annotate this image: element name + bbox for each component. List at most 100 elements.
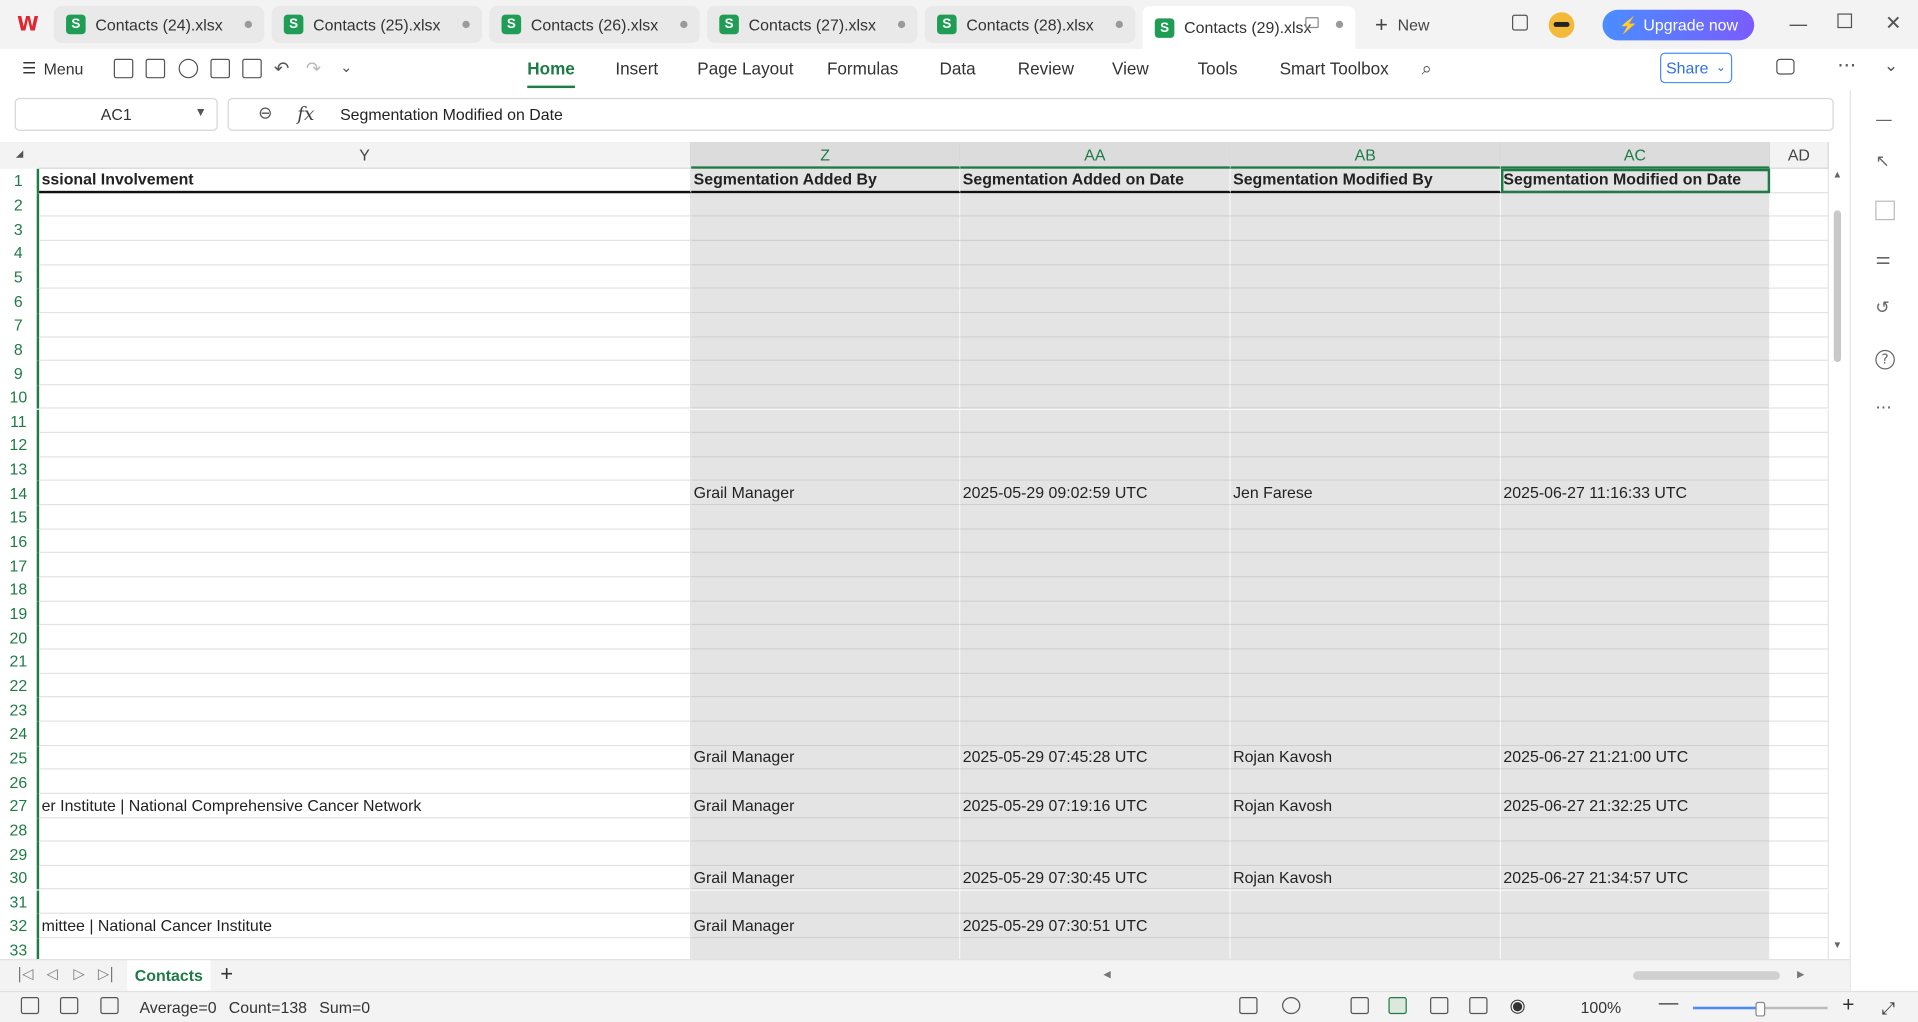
cell-mode-icon[interactable] — [20, 996, 40, 1015]
row-header[interactable]: 12 — [0, 433, 40, 458]
scroll-right-icon[interactable]: ▸ — [1797, 965, 1804, 982]
table-cell[interactable] — [1770, 337, 1829, 362]
table-cell[interactable] — [960, 264, 1231, 289]
page-layout-view-icon[interactable] — [1469, 996, 1488, 1015]
table-cell[interactable]: Grail Manager — [691, 865, 961, 890]
undo-icon[interactable]: ↶ — [274, 57, 289, 79]
table-cell[interactable] — [1230, 505, 1501, 530]
table-cell[interactable] — [960, 385, 1231, 410]
row-header[interactable]: 32 — [0, 913, 40, 939]
macro-icon[interactable] — [59, 996, 79, 1015]
select-all-corner[interactable] — [0, 141, 40, 169]
table-cell[interactable] — [960, 841, 1231, 866]
table-cell[interactable] — [1230, 673, 1501, 698]
scroll-thumb[interactable] — [1833, 210, 1842, 363]
column-header[interactable]: Y — [39, 141, 692, 169]
comment-icon[interactable] — [1776, 58, 1795, 75]
table-cell[interactable] — [1500, 938, 1771, 960]
row-header[interactable]: 10 — [0, 385, 40, 410]
table-cell[interactable] — [691, 841, 961, 866]
table-cell[interactable] — [691, 625, 961, 650]
ribbon-tab[interactable]: Review — [1018, 59, 1074, 79]
minimize-icon[interactable]: — — [1788, 12, 1808, 35]
table-cell[interactable] — [1230, 697, 1501, 722]
table-cell[interactable] — [39, 216, 692, 241]
row-header[interactable]: 3 — [0, 216, 40, 241]
table-cell[interactable] — [1500, 769, 1771, 794]
table-cell[interactable] — [1500, 601, 1771, 626]
table-cell[interactable] — [691, 385, 961, 410]
table-cell[interactable] — [960, 505, 1231, 530]
table-cell[interactable]: 2025-05-29 07:45:28 UTC — [960, 745, 1231, 770]
column-title-cell[interactable]: Segmentation Modified on Date — [1500, 168, 1771, 193]
table-cell[interactable]: 2025-06-27 21:34:57 UTC — [1500, 865, 1771, 890]
table-cell[interactable] — [1230, 817, 1501, 842]
search-icon[interactable]: ⌕ — [1421, 57, 1431, 79]
table-cell[interactable] — [691, 577, 961, 602]
table-cell[interactable] — [1770, 601, 1829, 626]
table-cell[interactable] — [1500, 553, 1771, 578]
table-cell[interactable]: Rojan Kavosh — [1230, 745, 1501, 770]
print-icon[interactable] — [210, 58, 230, 79]
table-cell[interactable] — [1500, 577, 1771, 602]
table-cell[interactable] — [1770, 553, 1829, 578]
table-cell[interactable] — [691, 889, 961, 914]
table-cell[interactable] — [1770, 745, 1829, 770]
format-painter-icon[interactable] — [178, 58, 199, 79]
table-cell[interactable]: Rojan Kavosh — [1230, 865, 1501, 890]
table-cell[interactable] — [1230, 721, 1501, 746]
table-cell[interactable] — [1770, 529, 1829, 554]
table-cell[interactable] — [1500, 264, 1771, 289]
table-cell[interactable] — [1500, 361, 1771, 386]
table-cell[interactable] — [960, 529, 1231, 554]
name-box[interactable]: AC1 ▼ — [14, 97, 218, 131]
table-cell[interactable] — [39, 865, 692, 890]
table-cell[interactable]: Grail Manager — [691, 481, 961, 506]
add-sheet-icon[interactable]: + — [220, 962, 233, 988]
table-cell[interactable]: 2025-05-29 07:19:16 UTC — [960, 793, 1231, 818]
table-cell[interactable] — [1230, 385, 1501, 410]
row-header[interactable]: 19 — [0, 601, 40, 626]
avatar[interactable] — [1548, 12, 1575, 38]
help-icon[interactable]: ? — [1875, 349, 1895, 370]
ribbon-tab[interactable]: Home — [527, 59, 575, 89]
document-tab[interactable]: S Contacts (25).xlsx — [271, 6, 482, 43]
table-cell[interactable] — [39, 697, 692, 722]
row-header[interactable]: 29 — [0, 841, 40, 866]
row-header[interactable]: 16 — [0, 529, 40, 554]
adjust-icon[interactable]: ⚌ — [1875, 250, 1895, 270]
table-cell[interactable]: Grail Manager — [691, 745, 961, 770]
table-cell[interactable] — [691, 697, 961, 722]
document-tab[interactable]: S Contacts (24).xlsx — [53, 6, 265, 43]
table-cell[interactable] — [691, 192, 961, 217]
table-cell[interactable] — [1230, 192, 1501, 217]
ribbon-tab[interactable]: Page Layout — [697, 59, 793, 79]
table-cell[interactable] — [1230, 216, 1501, 241]
table-cell[interactable] — [691, 769, 961, 794]
table-cell[interactable] — [1230, 553, 1501, 578]
collapse-icon[interactable]: — — [1875, 110, 1895, 130]
table-cell[interactable] — [1770, 409, 1829, 434]
table-cell[interactable] — [1230, 577, 1501, 602]
table-cell[interactable] — [960, 457, 1231, 482]
table-cell[interactable] — [1500, 697, 1771, 722]
chevron-down-icon[interactable]: ⌄ — [340, 59, 352, 76]
table-cell[interactable] — [39, 481, 692, 506]
table-cell[interactable] — [39, 289, 692, 314]
row-header[interactable]: 11 — [0, 409, 40, 434]
table-cell[interactable] — [39, 601, 692, 626]
table-cell[interactable] — [1770, 697, 1829, 722]
table-cell[interactable] — [39, 553, 692, 578]
table-cell[interactable] — [39, 673, 692, 698]
table-cell[interactable]: 2025-05-29 07:30:45 UTC — [960, 865, 1231, 890]
table-cell[interactable] — [691, 529, 961, 554]
upgrade-button[interactable]: ⚡ Upgrade now — [1602, 9, 1755, 41]
table-cell[interactable] — [1770, 433, 1829, 458]
table-cell[interactable] — [1500, 409, 1771, 434]
table-cell[interactable] — [1500, 889, 1771, 914]
table-cell[interactable] — [39, 385, 692, 410]
table-cell[interactable] — [691, 313, 961, 338]
table-cell[interactable] — [960, 409, 1231, 434]
table-cell[interactable] — [1500, 216, 1771, 241]
table-cell[interactable] — [1230, 913, 1501, 939]
